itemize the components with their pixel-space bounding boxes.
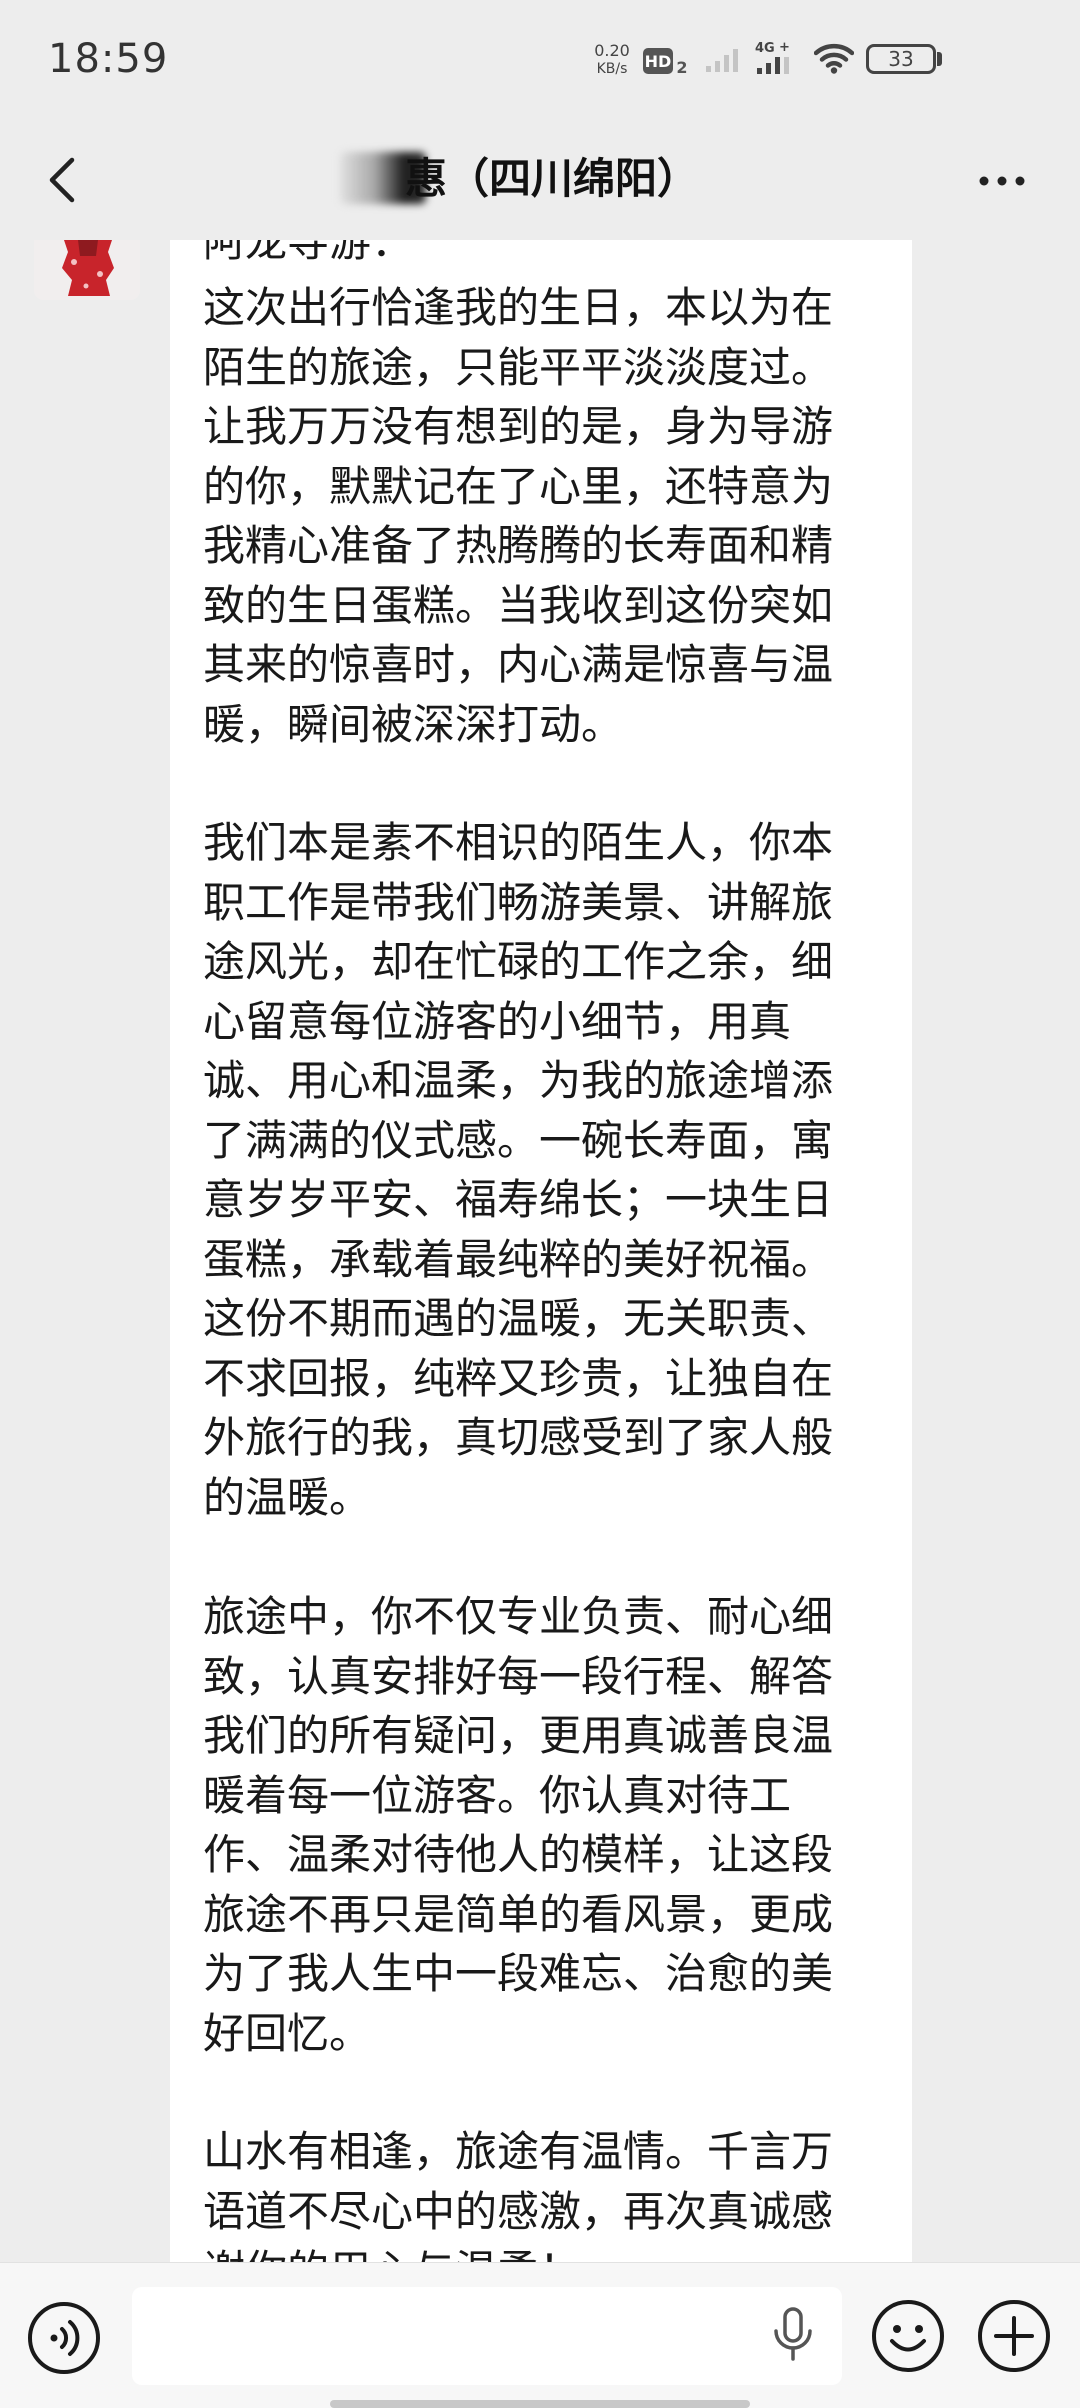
battery-nub	[937, 52, 942, 66]
message-line: 让我万万没有想到的是，身为导游	[203, 402, 834, 451]
message-line: 外旅行的我，真切感受到了家人般	[203, 1413, 834, 1462]
more-button[interactable]	[972, 156, 1032, 206]
message-line: 职工作是带我们畅游美景、讲解旅	[203, 877, 834, 927]
microphone-icon	[774, 2307, 812, 2361]
wifi-icon	[814, 42, 854, 74]
nav-bar: 惠（四川绵阳）	[0, 120, 1080, 240]
message-line: 语道不尽心中的感激，再次真诚感	[203, 2186, 834, 2236]
message-paragraph: 这次出行恰逢我的生日，本以为在 陌生的旅途，只能平平淡淡度过。 让我万万没有想到…	[203, 278, 833, 754]
battery-level: 33	[888, 47, 914, 71]
message-line: 旅途中，你不仅专业负责、耐心细	[203, 1592, 834, 1641]
status-bar: 18:59 0.20 KB/s HD 2 4G + 33	[0, 0, 1080, 120]
chat-title: 惠（四川绵阳）	[405, 154, 700, 203]
message-line: 为了我人生中一段难忘、治愈的美	[203, 1949, 834, 1998]
message-line: 致的生日蛋糕。当我收到这份突如	[203, 580, 834, 630]
message-line: 心留意每位游客的小细节，用真	[203, 996, 792, 1046]
hd-voice-icon: HD 2	[643, 46, 691, 76]
message-paragraph: 山水有相逢，旅途有温情。千言万 语道不尽心中的感激，再次真诚感 谢你的用心与温柔…	[203, 2122, 833, 2262]
chevron-left-icon	[49, 157, 75, 203]
network-speed-unit: KB/s	[596, 61, 628, 77]
emoji-button[interactable]	[870, 2298, 946, 2374]
message-line: 好回忆。	[203, 2008, 372, 2058]
network-speed-value: 0.20	[594, 41, 630, 60]
network-label: 4G	[755, 41, 775, 56]
message-line: 这次出行恰逢我的生日，本以为在	[203, 283, 834, 332]
smiley-icon	[872, 2300, 944, 2372]
message-bubble[interactable]: 阿龙导游： 这次出行恰逢我的生日，本以为在 陌生的旅途，只能平平淡淡度过。 让我…	[170, 240, 912, 2262]
svg-text:+: +	[779, 40, 790, 55]
battery-icon: 33	[866, 44, 936, 74]
plus-circle-icon	[978, 2300, 1050, 2372]
message-line: 暖，瞬间被深深打动。	[203, 699, 624, 749]
signal-4g-icon: 4G +	[755, 40, 799, 76]
message-line: 我们本是素不相识的陌生人，你本	[203, 818, 834, 867]
message-line: 其来的惊喜时，内心满是惊喜与温	[203, 640, 834, 689]
sender-line: 阿龙导游：	[203, 240, 414, 266]
status-time: 18:59	[48, 36, 169, 82]
message-line: 的你，默默记在了心里，还特意为	[203, 461, 834, 511]
message-line: 暖着每一位游客。你认真对待工	[203, 1770, 792, 1820]
message-line: 蛋糕，承载着最纯粹的美好祝福。	[203, 1234, 834, 1284]
message-line: 作、温柔对待他人的模样，让这段	[203, 1830, 834, 1879]
input-bar	[0, 2262, 1080, 2408]
message-line: 诚、用心和温柔，为我的旅途增添	[203, 1056, 834, 1105]
signal-empty-icon	[706, 46, 742, 74]
message-line: 这份不期而遇的温暖，无关职责、	[203, 1294, 834, 1343]
message-paragraph: 旅途中，你不仅专业负责、耐心细 致，认真安排好每一段行程、解答 我们的所有疑问，…	[203, 1587, 833, 2063]
message-line: 的温暖。	[203, 1472, 372, 1522]
message-line: 我们的所有疑问，更用真诚善良温	[203, 1711, 834, 1760]
message-input[interactable]	[132, 2287, 842, 2385]
message-line: 途风光，却在忙碌的工作之余，细	[203, 937, 834, 986]
message-line: 不求回报，纯粹又珍贵，让独自在	[203, 1353, 834, 1403]
voice-toggle-button[interactable]	[26, 2300, 102, 2376]
network-speed: 0.20 KB/s	[590, 42, 634, 78]
microphone-button[interactable]	[770, 2307, 816, 2363]
voice-icon	[28, 2302, 100, 2374]
more-dots-icon	[979, 176, 1025, 186]
message-paragraph: 我们本是素不相识的陌生人，你本 职工作是带我们畅游美景、讲解旅 途风光，却在忙碌…	[203, 813, 833, 1527]
hd-sub: 2	[676, 58, 687, 76]
message-line: 旅途不再只是简单的看风景，更成	[203, 1889, 834, 1939]
back-button[interactable]	[36, 146, 96, 214]
message-line: 意岁岁平安、福寿绵长；一块生日	[203, 1175, 834, 1224]
hd-label: HD	[645, 52, 672, 71]
message-line: 山水有相逢，旅途有温情。千言万	[203, 2127, 834, 2176]
message-line: 陌生的旅途，只能平平淡淡度过。	[203, 342, 834, 392]
avatar[interactable]	[34, 240, 140, 300]
message-line: 致，认真安排好每一段行程、解答	[203, 1651, 834, 1701]
message-line: 谢你的用心与温柔！	[203, 2241, 833, 2262]
message-line: 我精心准备了热腾腾的长寿面和精	[203, 521, 834, 570]
more-actions-button[interactable]	[976, 2298, 1052, 2374]
message-line: 了满满的仪式感。一碗长寿面，寓	[203, 1115, 834, 1165]
home-indicator	[330, 2400, 750, 2408]
